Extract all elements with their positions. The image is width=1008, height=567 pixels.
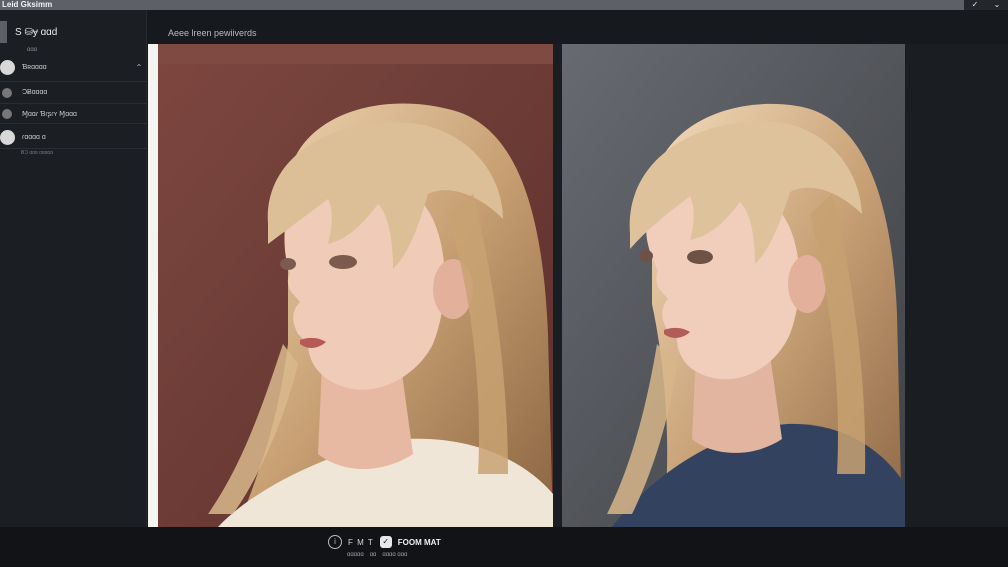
sidebar-sub-caption: ɃƆ ɑɑɑ ɑɑɑɑɑ: [21, 150, 53, 156]
sidebar-header-label: S ⛁ɏ ɑɑd: [15, 26, 58, 38]
sidebar-item-label: Ɱɑɑɾ Ɓɾʂɾʏ Ɱɑɑɑ: [22, 110, 77, 118]
left-image-panel[interactable]: [148, 44, 553, 527]
portrait-left-image: [158, 44, 553, 527]
sidebar-header[interactable]: S ⛁ɏ ɑɑd: [0, 20, 147, 44]
title-bar: Leid Gksimm ✓ ⌄: [0, 0, 1008, 10]
portrait-right-image: [562, 44, 905, 527]
window-title: Leid Gksimm: [2, 0, 53, 9]
chevron-up-icon[interactable]: ⌃: [131, 63, 147, 72]
sidebar-item-label: Ɓʀɑɑɑɑ: [22, 63, 47, 71]
window-controls: ✓ ⌄: [964, 0, 1008, 10]
format-mode-label[interactable]: FOOM MAT: [398, 538, 441, 547]
bottom-caption-2: ɑɑ: [369, 552, 377, 558]
page-title: Aeee lreen pewiiverds: [168, 28, 257, 38]
avatar-thumb-icon: [0, 59, 15, 75]
bottom-toolbar: i F M T ✓ FOOM MAT ɑɑɑɑɑ ɑɑ ɑɑɑɑ ɑɑɑ: [0, 527, 1008, 567]
panel-top-strip: [148, 44, 553, 64]
panel-left-edge: [148, 44, 158, 527]
image-compare-area: [148, 44, 905, 527]
sidebar: S ⛁ɏ ɑɑd ɑɑɑ Ɓʀɑɑɑɑ ⌃ ƆɃɑɑɑɑ Ɱɑɑɾ Ɓɾʂɾʏ …: [0, 10, 147, 527]
right-gutter: [905, 44, 1008, 527]
sidebar-logo-icon: [0, 21, 7, 43]
sidebar-item-3[interactable]: Ɱɑɑɾ Ɓɾʂɾʏ Ɱɑɑɑ: [0, 104, 147, 124]
format-label: F M T: [348, 537, 374, 547]
right-image-panel[interactable]: [562, 44, 905, 527]
bottom-caption-3: ɑɑɑɑ ɑɑɑ: [382, 552, 408, 558]
sidebar-item-1[interactable]: Ɓʀɑɑɑɑ ⌃: [0, 53, 147, 82]
info-icon[interactable]: i: [328, 535, 342, 549]
shield-icon[interactable]: ✓: [379, 536, 392, 548]
avatar-thumb-icon: [2, 87, 12, 98]
avatar-thumb-icon: [0, 130, 15, 145]
sidebar-item-label: ɾɑɑɑɑ ɑ: [22, 134, 46, 141]
sidebar-item-4[interactable]: ɾɑɑɑɑ ɑ: [0, 127, 147, 149]
bottom-controls: i F M T ✓ FOOM MAT: [328, 535, 441, 549]
sidebar-item-2[interactable]: ƆɃɑɑɑɑ: [0, 82, 147, 104]
sidebar-item-label: ƆɃɑɑɑɑ: [22, 89, 48, 96]
avatar-thumb-icon: [2, 108, 12, 119]
bottom-caption-1: ɑɑɑɑɑ: [347, 552, 364, 558]
window-dropdown-button[interactable]: ⌄: [986, 0, 1008, 10]
bottom-caption-row: ɑɑɑɑɑ ɑɑ ɑɑɑɑ ɑɑɑ: [347, 552, 407, 558]
window-check-button[interactable]: ✓: [964, 0, 986, 10]
